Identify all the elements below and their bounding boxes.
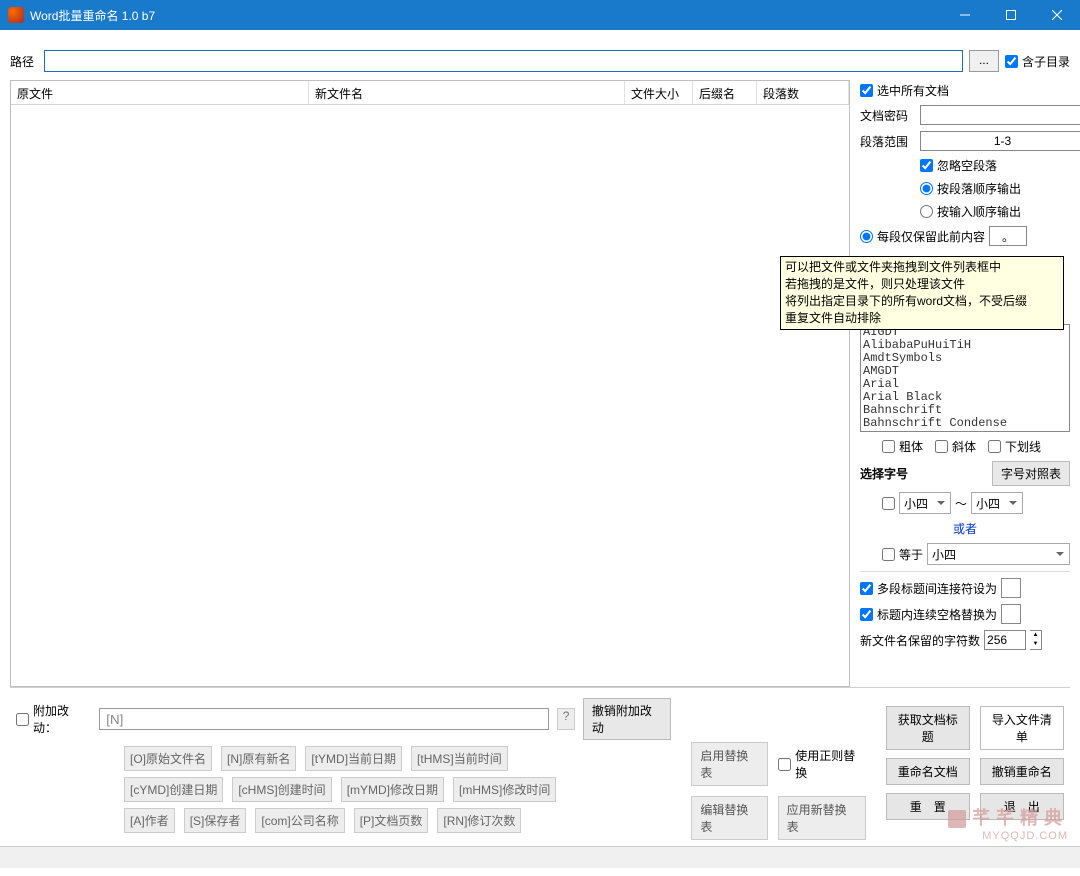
undo-rename-button[interactable]: 撤销重命名 [980,758,1064,785]
use-regex-checkbox[interactable]: 使用正则替换 [778,747,865,781]
tag-saver[interactable]: [S]保存者 [184,808,247,833]
keep-before-input[interactable] [989,226,1027,246]
rename-button[interactable]: 重命名文档 [886,758,970,785]
tag-curtime[interactable]: [tHMS]当前时间 [411,746,508,771]
keep-chars-label: 新文件名保留的字符数 [860,632,980,649]
include-subdirs-checkbox[interactable]: 含子目录 [1005,53,1070,70]
drag-tooltip: 可以把文件或文件夹拖拽到文件列表框中若拖拽的是文件，则只处理该文件将列出指定目录… [780,256,1064,330]
maximize-button[interactable] [988,0,1034,30]
output-by-input-radio[interactable]: 按输入顺序输出 [920,203,1070,220]
select-all-checkbox[interactable]: 选中所有文档 [860,82,1070,99]
tag-mdate[interactable]: [mYMD]修改日期 [341,777,444,802]
get-title-button[interactable]: 获取文档标题 [886,706,970,750]
italic-checkbox[interactable]: 斜体 [935,438,976,455]
space-replace-checkbox[interactable]: 标题内连续空格替换为 [860,606,997,623]
tag-cdate[interactable]: [cYMD]创建日期 [124,777,223,802]
space-replace-input[interactable] [1001,604,1021,624]
tag-newname[interactable]: [N]原有新名 [221,746,296,771]
minimize-button[interactable] [942,0,988,30]
edit-replace-button[interactable]: 编辑替换表 [691,796,767,840]
skip-empty-checkbox[interactable]: 忽略空段落 [920,157,1070,174]
tag-ctime[interactable]: [cHMS]创建时间 [232,777,331,802]
title-bar: Word批量重命名 1.0 b7 [0,0,1080,30]
underline-checkbox[interactable]: 下划线 [988,438,1041,455]
path-input[interactable] [44,50,963,72]
password-label: 文档密码 [860,107,916,124]
multi-separator-input[interactable] [1001,578,1021,598]
path-label: 路径 [10,53,38,70]
size-range-checkbox[interactable] [882,497,895,510]
tag-original[interactable]: [O]原始文件名 [124,746,212,771]
append-change-checkbox[interactable]: 附加改动： [16,702,91,736]
select-size-label: 选择字号 [860,465,908,482]
file-list-grid[interactable]: 原文件 新文件名 文件大小 后缀名 段落数 [10,80,850,687]
col-size[interactable]: 文件大小 [625,81,693,104]
keep-chars-spinner[interactable]: ▲▼ [1030,630,1042,650]
tag-company[interactable]: [com]公司名称 [255,808,344,833]
password-input[interactable] [920,105,1080,125]
tag-revisions[interactable]: [RN]修订次数 [437,808,521,833]
reset-button[interactable]: 重 置 [886,793,970,820]
window-title: Word批量重命名 1.0 b7 [30,7,942,24]
apply-replace-button[interactable]: 应用新替换表 [778,796,866,840]
size-to-select[interactable]: 小四 [971,492,1023,514]
multi-separator-checkbox[interactable]: 多段标题间连接符设为 [860,580,997,597]
size-chart-button[interactable]: 字号对照表 [992,461,1070,486]
browse-button[interactable]: ... [969,50,999,72]
tag-curdate[interactable]: [tYMD]当前日期 [305,746,402,771]
undo-append-button[interactable]: 撤销附加改动 [583,698,671,740]
grid-header: 原文件 新文件名 文件大小 后缀名 段落数 [11,81,849,105]
col-paragraphs[interactable]: 段落数 [757,81,849,104]
keep-before-radio[interactable]: 每段仅保留此前内容 [860,228,985,245]
pattern-input[interactable] [99,708,549,730]
size-equals-select[interactable]: 小四 [927,543,1070,565]
range-input[interactable] [920,131,1080,151]
col-original[interactable]: 原文件 [11,81,309,104]
import-list-button[interactable]: 导入文件清单 [980,706,1064,750]
size-from-select[interactable]: 小四 [899,492,951,514]
font-list[interactable]: AIGDTAlibabaPuHuiTiHAmdtSymbolsAMGDTAria… [860,324,1070,432]
output-by-paragraph-radio[interactable]: 按段落顺序输出 [920,180,1070,197]
keep-chars-input[interactable] [984,630,1026,650]
col-ext[interactable]: 后缀名 [693,81,757,104]
help-button[interactable]: ? [557,708,575,730]
tag-author[interactable]: [A]作者 [124,808,175,833]
close-button[interactable] [1034,0,1080,30]
tag-mtime[interactable]: [mHMS]修改时间 [453,777,556,802]
exit-button[interactable]: 退 出 [980,793,1064,820]
or-label: 或者 [860,520,1070,537]
enable-replace-button[interactable]: 启用替换表 [691,742,768,786]
options-panel: 选中所有文档 文档密码 段落范围 忽略空段落 按段落顺序输出 按输入顺序输出 每… [860,80,1070,687]
status-bar [0,846,1080,868]
tag-pages[interactable]: [P]文档页数 [354,808,429,833]
bold-checkbox[interactable]: 粗体 [882,438,923,455]
size-equals-checkbox[interactable]: 等于 [882,546,923,563]
app-icon [8,7,24,23]
col-newname[interactable]: 新文件名 [309,81,625,104]
range-label: 段落范围 [860,133,916,150]
